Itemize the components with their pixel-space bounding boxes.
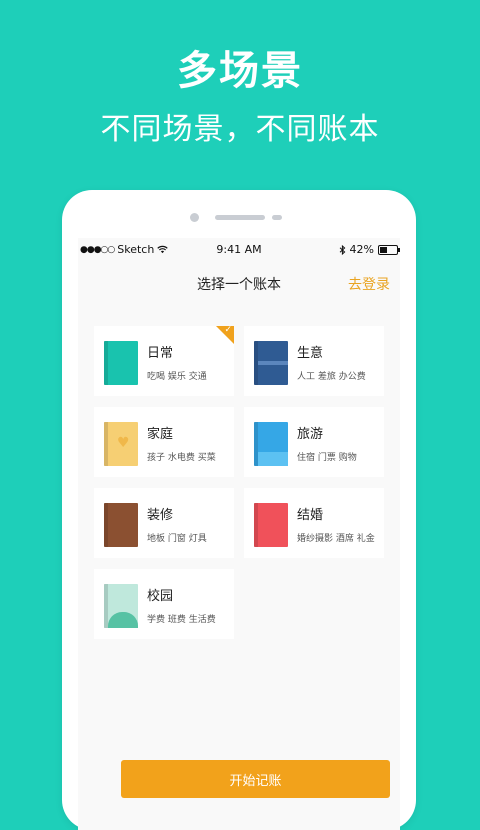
book-desc: 学费 班费 生活费 [147,615,216,625]
book-card-travel[interactable]: 旅游 住宿 门票 购物 [244,407,384,477]
book-card-wedding[interactable]: 结婚 婚纱摄影 酒席 礼金 [244,488,384,558]
phone-frame: ●●●○○ Sketch 9:41 AM 42% 选择一个账本 去登录 日常 吃… [62,190,416,830]
book-title: 校园 [147,589,174,604]
book-desc: 吃喝 娱乐 交通 [147,372,207,382]
book-icon [104,584,138,628]
book-title: 家庭 [147,427,174,442]
book-title: 结婚 [297,508,324,523]
book-desc: 人工 差旅 办公费 [297,372,366,382]
subline: 不同场景，不同账本 [100,112,380,147]
book-card-family[interactable]: ♥ 家庭 孩子 水电费 买菜 [94,407,234,477]
camera-dot [190,213,199,222]
book-icon [254,503,288,547]
phone-screen: ●●●○○ Sketch 9:41 AM 42% 选择一个账本 去登录 日常 吃… [78,238,400,830]
speaker-slot [215,215,265,220]
book-card-campus[interactable]: 校园 学费 班费 生活费 [94,569,234,639]
heart-icon: ♥ [117,435,130,451]
battery-icon [378,244,400,255]
login-link[interactable]: 去登录 [348,274,390,294]
book-desc: 孩子 水电费 买菜 [147,453,216,463]
sensor-slot [272,215,282,220]
book-icon [254,341,288,385]
book-card-renovation[interactable]: 装修 地板 门窗 灯具 [94,488,234,558]
book-desc: 婚纱摄影 酒席 礼金 [297,534,375,544]
book-title: 生意 [297,346,324,361]
book-title: 日常 [147,346,174,361]
book-card-daily[interactable]: 日常 吃喝 娱乐 交通 ✓ [94,325,234,396]
book-desc: 住宿 门票 购物 [297,453,357,463]
book-desc: 地板 门窗 灯具 [147,534,207,544]
book-icon [254,422,288,466]
start-button[interactable]: 开始记账 [121,760,390,798]
headline: 多场景 [177,48,303,94]
battery-percent: 42% [349,243,374,256]
book-card-business[interactable]: 生意 人工 差旅 办公费 [244,326,384,396]
status-bar: ●●●○○ Sketch 9:41 AM 42% [78,238,400,260]
book-title: 装修 [147,508,174,523]
bluetooth-icon [339,244,345,255]
book-icon [104,503,138,547]
nav-bar: 选择一个账本 去登录 [78,260,400,304]
book-icon: ♥ [104,422,138,466]
book-title: 旅游 [297,427,324,442]
book-icon [104,341,138,385]
battery-fill [380,246,387,253]
check-icon: ✓ [224,325,232,335]
